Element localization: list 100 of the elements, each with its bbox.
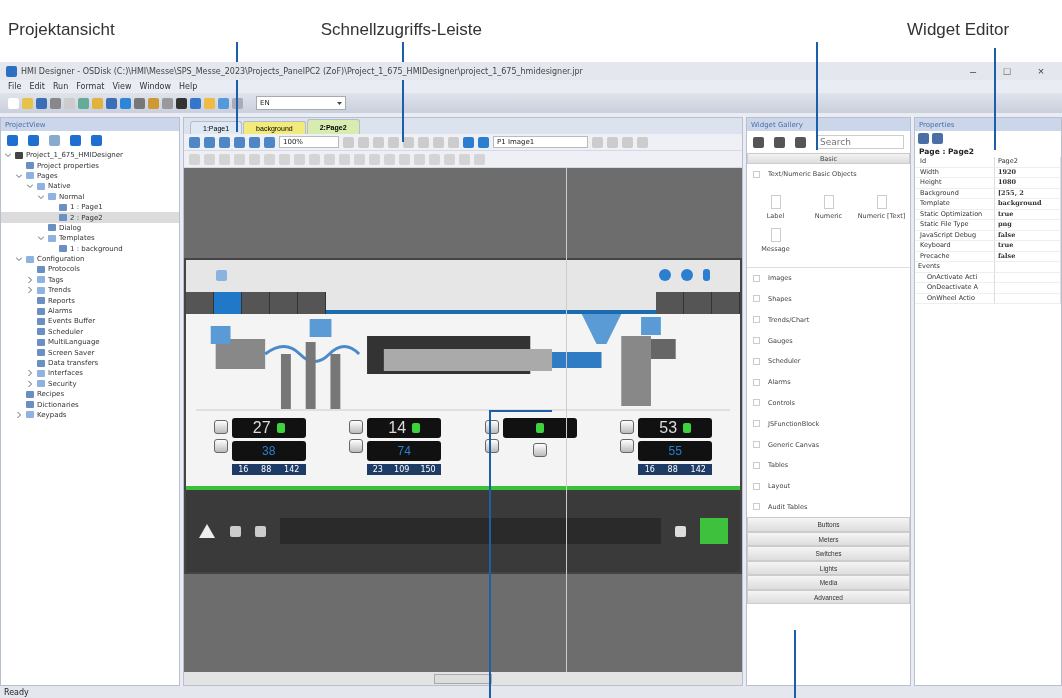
close-button[interactable]: ×: [1026, 65, 1056, 77]
node-icon: [15, 151, 23, 159]
tree-tool-icon[interactable]: [70, 135, 81, 146]
format-icon[interactable]: [444, 153, 455, 165]
menu-item[interactable]: Help: [178, 82, 198, 91]
chevron-icon[interactable]: [16, 411, 22, 418]
gallery-tool-icon[interactable]: [753, 136, 764, 148]
nav-tab[interactable]: [214, 292, 242, 314]
nav-tab[interactable]: [656, 292, 684, 314]
tree-tool-icon[interactable]: [49, 135, 60, 146]
zoom-icon[interactable]: [234, 136, 245, 148]
format-icon[interactable]: [324, 153, 335, 165]
node-icon: [37, 369, 45, 377]
chevron-icon[interactable]: [38, 235, 44, 242]
toolbar-icon[interactable]: [403, 136, 414, 148]
gauge-button[interactable]: [213, 420, 228, 434]
chevron-icon[interactable]: [5, 152, 11, 159]
zoom-icon[interactable]: [189, 136, 200, 148]
tree-tool-icon[interactable]: [7, 135, 18, 146]
format-icon[interactable]: [294, 153, 305, 165]
gauge-button[interactable]: [213, 439, 228, 453]
nav-tab[interactable]: [712, 292, 740, 314]
format-icon[interactable]: [234, 153, 245, 165]
node-icon: [26, 172, 34, 180]
properties-tool-icon[interactable]: [932, 133, 943, 144]
node-icon: [26, 411, 34, 419]
format-icon[interactable]: [309, 153, 320, 165]
format-icon[interactable]: [474, 153, 485, 165]
value-cell[interactable]: [995, 272, 1061, 283]
annotation-label: Projektansicht: [8, 20, 115, 40]
format-icon[interactable]: [279, 153, 290, 165]
setpoint-value: 74: [397, 444, 411, 458]
gauge-button[interactable]: [620, 420, 635, 434]
value-cell[interactable]: [995, 262, 1061, 273]
node-icon: [59, 245, 67, 253]
leader-line: [794, 629, 796, 698]
scale-bar: 16 88 142: [231, 464, 306, 475]
gauge-value: 14: [388, 419, 407, 437]
node-icon: [59, 203, 67, 211]
search-field[interactable]: Search: [816, 135, 904, 149]
menu-item[interactable]: Window: [139, 82, 171, 91]
value-cell[interactable]: [995, 283, 1061, 294]
zoom-icon[interactable]: [204, 136, 215, 148]
menu-item[interactable]: Format: [76, 82, 105, 91]
toolbar-icon[interactable]: [176, 97, 187, 109]
node-icon: [37, 338, 45, 346]
menu-item[interactable]: View: [112, 82, 132, 91]
nav-tab[interactable]: [298, 292, 326, 314]
format-icon[interactable]: [264, 153, 275, 165]
node-icon: [37, 317, 45, 325]
warning-icon[interactable]: [198, 523, 216, 539]
caret-icon: [337, 101, 342, 105]
tree-tool-icon[interactable]: [28, 135, 39, 146]
node-icon: [37, 380, 45, 388]
menu-item[interactable]: Run: [52, 82, 69, 91]
node-icon: [48, 193, 56, 201]
format-icon[interactable]: [354, 153, 365, 165]
node-icon: [37, 182, 45, 190]
chevron-icon[interactable]: [16, 256, 22, 263]
zoom-icon[interactable]: [264, 136, 275, 148]
format-icon[interactable]: [249, 153, 260, 165]
app-icon: [6, 65, 17, 77]
format-icon[interactable]: [399, 153, 410, 165]
setpoint-value: 38: [262, 444, 276, 458]
node-icon: [37, 328, 45, 336]
maximize-button[interactable]: □: [992, 65, 1022, 77]
nav-tab[interactable]: [270, 292, 298, 314]
scroll-button[interactable]: [434, 673, 492, 684]
properties-tool-icon[interactable]: [918, 133, 929, 144]
zoom-icon[interactable]: [249, 136, 260, 148]
minimize-button[interactable]: –: [958, 65, 988, 77]
nav-tab[interactable]: [242, 292, 270, 314]
gauge-button[interactable]: [620, 439, 635, 453]
format-icon[interactable]: [339, 153, 350, 165]
menu-item[interactable]: Edit: [29, 82, 45, 91]
node-icon: [37, 286, 45, 294]
window-title: HMI Designer - OSDisk (C:)\HMI\Messe\SPS_Messe_2023\Projects_PanelPC2 (ZoF)\Project_1_675_HMIDesigner\project_1_675_hmidesigner.jpr: [21, 66, 583, 76]
gallery-tool-icon[interactable]: [774, 136, 785, 148]
nav-tab[interactable]: [684, 292, 712, 314]
toolbar-icon[interactable]: [232, 97, 243, 109]
nav-left-icon[interactable]: [186, 292, 214, 314]
format-icon[interactable]: [219, 153, 230, 165]
zoom-icon[interactable]: [219, 136, 230, 148]
scale-bar: 23 109 150: [367, 464, 442, 475]
node-icon: [26, 255, 34, 263]
gauge-button[interactable]: [349, 439, 364, 453]
format-icon[interactable]: [369, 153, 380, 165]
setpoint-value: 55: [668, 444, 682, 458]
format-icon[interactable]: [189, 153, 200, 165]
gauge-button[interactable]: [532, 443, 547, 457]
format-icon[interactable]: [429, 153, 440, 165]
gauge-button[interactable]: [349, 420, 364, 434]
tree-tool-icon[interactable]: [91, 135, 102, 146]
format-icon[interactable]: [384, 153, 395, 165]
format-icon[interactable]: [204, 153, 215, 165]
format-icon[interactable]: [414, 153, 425, 165]
format-icon[interactable]: [459, 153, 470, 165]
annotation-label: Widget Editor: [907, 20, 1010, 40]
menu-item[interactable]: File: [8, 82, 22, 91]
value-cell[interactable]: [995, 293, 1061, 304]
